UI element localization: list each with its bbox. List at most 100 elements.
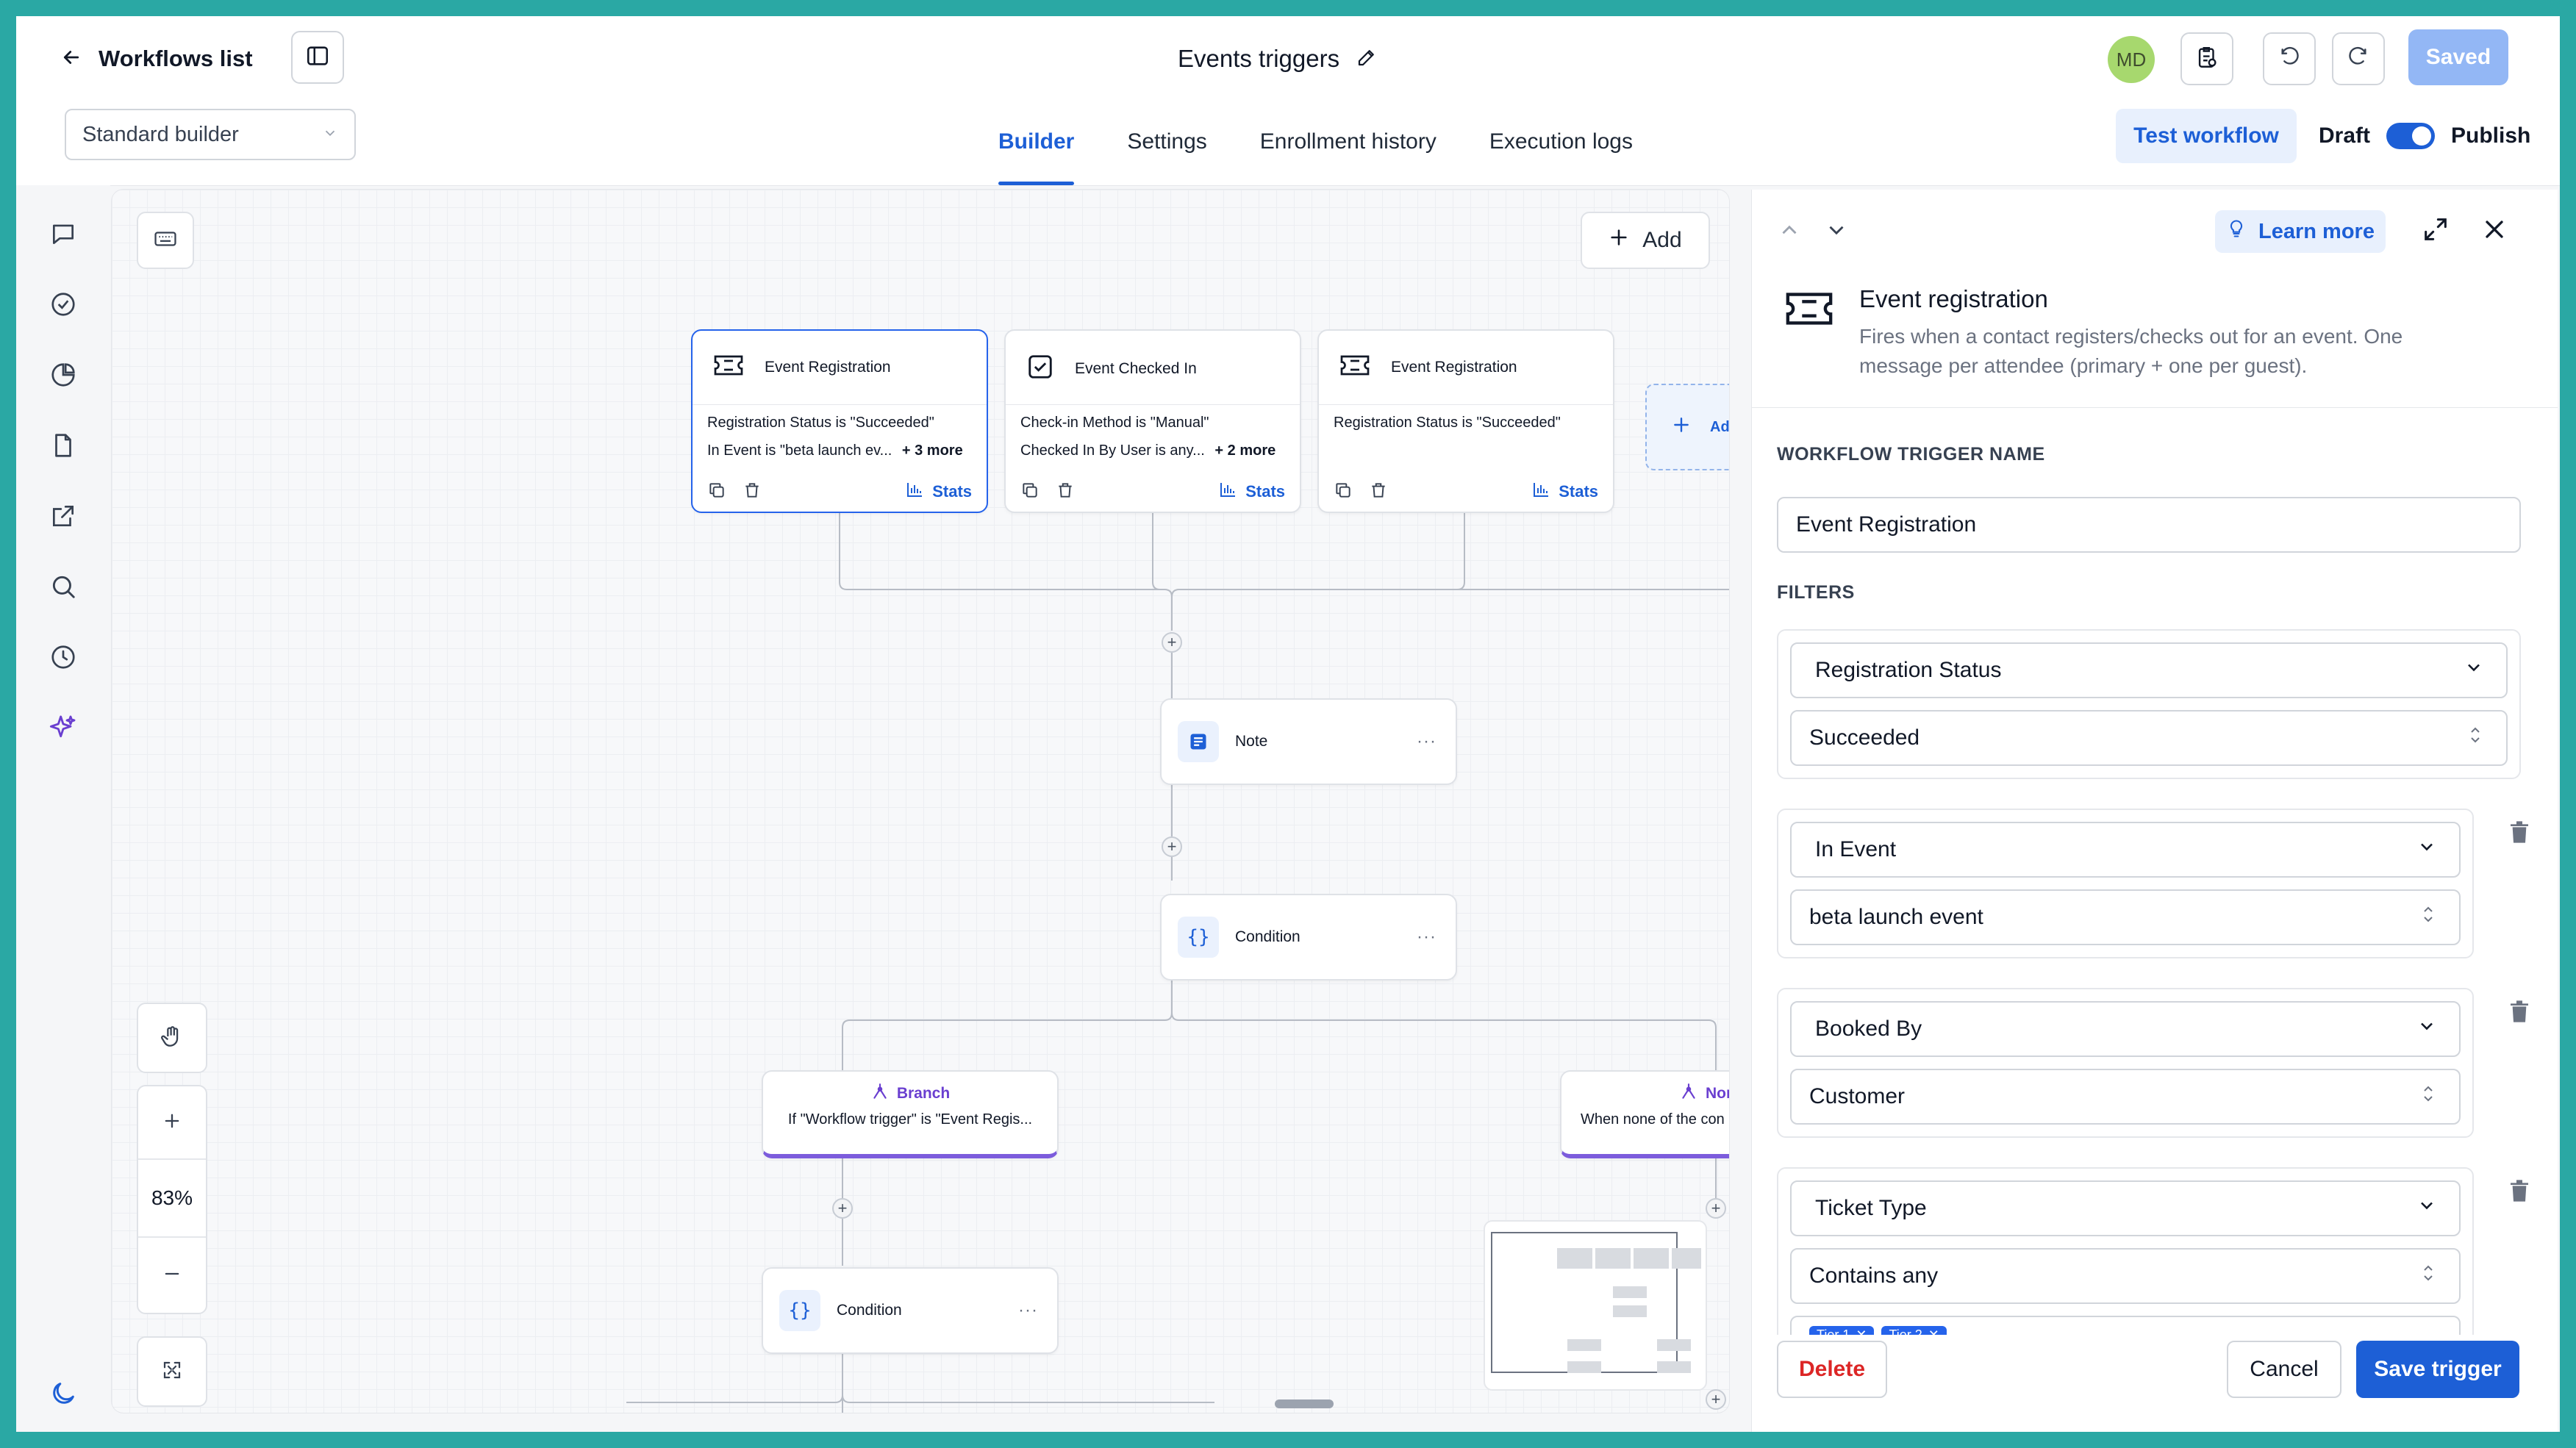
trash-icon[interactable] <box>1369 481 1388 503</box>
user-avatar[interactable]: MD <box>2108 36 2155 83</box>
tab-settings[interactable]: Settings <box>1101 98 1233 185</box>
chevron-up-down-icon <box>2466 724 2484 752</box>
trigger-card[interactable]: Event Registration Registration Status i… <box>691 329 988 513</box>
chevron-down-icon <box>2416 836 2437 863</box>
branch-title: Branch <box>763 1082 1057 1105</box>
filter-field-select[interactable]: Ticket Type <box>1790 1180 2461 1236</box>
search-icon[interactable] <box>47 570 79 603</box>
branch-node[interactable]: Branch If "Workflow trigger" is "Event R… <box>762 1070 1059 1158</box>
clock-icon[interactable] <box>47 641 79 673</box>
moon-icon[interactable] <box>47 1377 79 1410</box>
builder-mode-value: Standard builder <box>82 122 239 146</box>
tab-builder[interactable]: Builder <box>972 98 1101 185</box>
filter-value-select[interactable]: Customer <box>1790 1069 2461 1125</box>
filter-value-select[interactable]: Succeeded <box>1790 710 2508 766</box>
clipboard-button[interactable] <box>2180 32 2233 85</box>
filter-operator-select[interactable]: Contains any <box>1790 1248 2461 1304</box>
more-options-icon[interactable]: ··· <box>1417 731 1437 752</box>
sub-toolbar: Standard builder Builder Settings Enroll… <box>16 98 2560 186</box>
trigger-more-count[interactable]: + 3 more <box>902 442 963 459</box>
cancel-button[interactable]: Cancel <box>2227 1341 2341 1398</box>
save-trigger-button[interactable]: Save trigger <box>2356 1341 2519 1398</box>
undo-button[interactable] <box>2263 32 2316 85</box>
pie-chart-icon[interactable] <box>47 359 79 391</box>
test-workflow-button[interactable]: Test workflow <box>2116 109 2297 163</box>
pencil-icon[interactable] <box>1356 46 1378 72</box>
more-options-icon[interactable]: ··· <box>1417 927 1437 947</box>
toggle-sidebar-button[interactable] <box>291 31 344 84</box>
back-to-workflows-button[interactable]: Workflows list <box>60 43 253 75</box>
workflow-canvas[interactable]: Add Event Registration Registration Stat… <box>112 190 1729 1413</box>
maximize-icon[interactable] <box>2421 215 2450 248</box>
zoom-out-button[interactable] <box>138 1238 206 1313</box>
stats-label: Stats <box>1559 482 1598 501</box>
add-trigger-button[interactable]: Add <box>1645 384 1729 470</box>
trigger-card[interactable]: Event Checked In Check-in Method is "Man… <box>1004 329 1301 513</box>
publish-toggle-group: Draft Publish <box>2319 109 2530 163</box>
check-circle-icon[interactable] <box>47 288 79 320</box>
note-node[interactable]: Note ··· <box>1160 698 1457 785</box>
stats-button[interactable]: Stats <box>906 481 972 502</box>
external-link-icon[interactable] <box>47 500 79 532</box>
trigger-title: Event Registration <box>765 359 891 376</box>
saved-button[interactable]: Saved <box>2408 29 2508 85</box>
minimap-node <box>1595 1248 1631 1269</box>
top-bar: Workflows list Events triggers MD Saved <box>16 16 2560 99</box>
trigger-name-input[interactable]: Event Registration <box>1777 497 2521 553</box>
minus-icon <box>162 1264 182 1288</box>
pan-tool-button[interactable] <box>137 1003 207 1073</box>
add-step-button[interactable]: + <box>1706 1389 1726 1410</box>
redo-icon <box>2347 46 2370 73</box>
tab-enrollment-history[interactable]: Enrollment history <box>1234 98 1463 185</box>
condition-node[interactable]: {} Condition ··· <box>762 1267 1059 1354</box>
chevron-down-icon[interactable] <box>1824 218 1849 246</box>
branch-title-text: Non <box>1706 1085 1729 1102</box>
trash-icon[interactable] <box>2505 1175 2534 1207</box>
trash-icon[interactable] <box>2505 816 2534 848</box>
trigger-card[interactable]: Event Registration Registration Status i… <box>1317 329 1614 513</box>
zoom-in-button[interactable] <box>138 1086 206 1160</box>
fit-view-button[interactable] <box>137 1336 207 1407</box>
trash-icon[interactable] <box>743 481 762 503</box>
keyboard-shortcuts-button[interactable] <box>137 212 194 269</box>
chat-icon[interactable] <box>47 218 79 250</box>
trash-icon[interactable] <box>1056 481 1075 503</box>
publish-toggle[interactable] <box>2386 123 2436 149</box>
trigger-filter-line: Registration Status is "Succeeded" <box>707 415 934 431</box>
tab-execution-logs[interactable]: Execution logs <box>1463 98 1659 185</box>
trigger-more-count[interactable]: + 2 more <box>1214 442 1276 459</box>
condition-node[interactable]: {} Condition ··· <box>1160 894 1457 981</box>
filter-value-select[interactable]: beta launch event <box>1790 889 2461 945</box>
sparkle-icon[interactable] <box>47 712 79 744</box>
copy-icon[interactable] <box>1334 481 1353 503</box>
filter-card: Registration Status Succeeded <box>1777 629 2521 779</box>
more-options-icon[interactable]: ··· <box>1018 1300 1038 1321</box>
stats-button[interactable]: Stats <box>1532 481 1598 502</box>
learn-more-button[interactable]: Learn more <box>2215 210 2386 253</box>
panel-header: Learn more Event registration Fires when… <box>1752 190 2558 408</box>
builder-mode-select[interactable]: Standard builder <box>65 109 356 160</box>
add-step-button[interactable]: + <box>832 1198 853 1219</box>
trash-icon[interactable] <box>2505 995 2534 1028</box>
sidebar-panel-icon <box>305 43 330 72</box>
stats-button[interactable]: Stats <box>1219 481 1285 502</box>
close-icon[interactable] <box>2480 215 2509 248</box>
chevron-up-icon[interactable] <box>1777 218 1802 246</box>
none-branch-node[interactable]: Non When none of the con <box>1560 1070 1729 1158</box>
copy-icon[interactable] <box>707 481 726 503</box>
filter-field-select[interactable]: In Event <box>1790 822 2461 878</box>
add-step-button[interactable]: + <box>1162 836 1182 857</box>
redo-button[interactable] <box>2332 32 2385 85</box>
add-step-button[interactable]: + <box>1162 632 1182 653</box>
copy-icon[interactable] <box>1020 481 1040 503</box>
add-node-label: Add <box>1642 228 1682 252</box>
trigger-title: Event Checked In <box>1075 360 1197 377</box>
filter-field-select[interactable]: Booked By <box>1790 1001 2461 1057</box>
filter-field-select[interactable]: Registration Status <box>1790 642 2508 698</box>
delete-button[interactable]: Delete <box>1777 1341 1887 1398</box>
horizontal-scroll-handle[interactable] <box>1275 1399 1334 1408</box>
add-step-button[interactable]: + <box>1706 1198 1726 1219</box>
add-node-button[interactable]: Add <box>1581 212 1710 269</box>
minimap[interactable] <box>1484 1220 1707 1391</box>
document-icon[interactable] <box>47 429 79 462</box>
